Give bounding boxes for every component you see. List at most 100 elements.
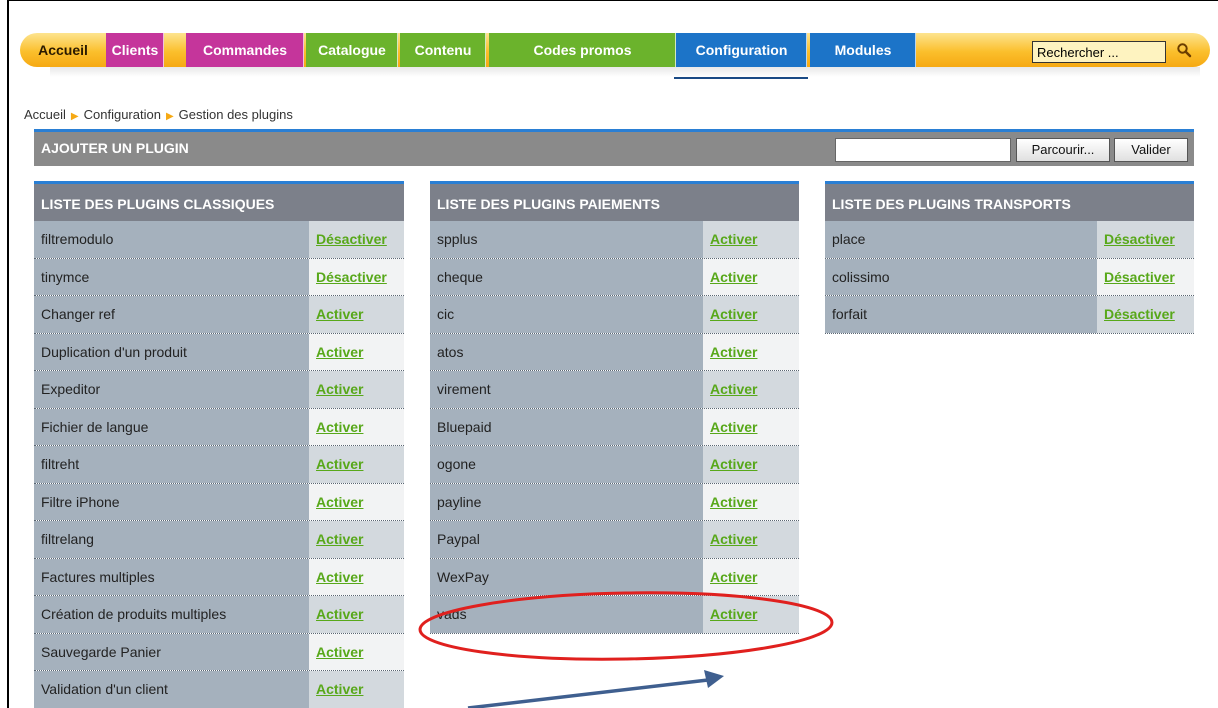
table-row: Filtre iPhone Activer <box>34 483 404 521</box>
activate-link[interactable]: Activer <box>309 446 404 483</box>
activate-link[interactable]: Activer <box>703 408 799 445</box>
transport-plugins-table: LISTE DES PLUGINS TRANSPORTS place Désact… <box>825 181 1194 334</box>
activate-link[interactable]: Activer <box>309 558 404 595</box>
table-row: filtremodulo Désactiver <box>34 221 404 259</box>
plugin-name: spplus <box>430 221 703 258</box>
plugin-name: Fichier de langue <box>34 408 309 445</box>
plugin-name: atos <box>430 333 703 370</box>
breadcrumb-arrow-icon: ▶ <box>165 111 174 122</box>
deactivate-link[interactable]: Désactiver <box>309 258 404 295</box>
plugin-name: Validation d'un client <box>34 671 309 708</box>
table-row: spplus Activer <box>430 221 799 259</box>
nav-tab-catalogue[interactable]: Catalogue <box>306 33 398 67</box>
table-row: vads Activer <box>430 596 799 634</box>
plugin-name: Factures multiples <box>34 558 309 595</box>
activate-link[interactable]: Activer <box>309 521 404 558</box>
browse-button[interactable]: Parcourir... <box>1016 138 1110 162</box>
breadcrumb-arrow-icon: ▶ <box>70 111 79 122</box>
table-title: LISTE DES PLUGINS CLASSIQUES <box>41 196 275 212</box>
table-row: ogone Activer <box>430 446 799 484</box>
activate-link[interactable]: Activer <box>309 483 404 520</box>
plugin-name: filtrelang <box>34 521 309 558</box>
activate-link[interactable]: Activer <box>703 296 799 333</box>
nav-tab-modules[interactable]: Modules <box>810 33 916 67</box>
nav-tab-accueil[interactable]: Accueil <box>28 33 98 67</box>
plugin-name: Création de produits multiples <box>34 596 309 633</box>
activate-link[interactable]: Activer <box>309 596 404 633</box>
deactivate-link[interactable]: Désactiver <box>309 221 404 258</box>
activate-link[interactable]: Activer <box>703 333 799 370</box>
window-left-border <box>7 0 9 708</box>
table-title: LISTE DES PLUGINS TRANSPORTS <box>832 196 1071 212</box>
table-row: Changer ref Activer <box>34 296 404 334</box>
activate-link[interactable]: Activer <box>703 521 799 558</box>
plugin-file-field[interactable] <box>835 138 1011 162</box>
plugin-name: WexPay <box>430 558 703 595</box>
activate-link[interactable]: Activer <box>703 446 799 483</box>
search-icon[interactable] <box>1176 42 1192 58</box>
plugin-name: ogone <box>430 446 703 483</box>
breadcrumb: Accueil ▶ Configuration ▶ Gestion des plugin… <box>24 107 293 122</box>
table-row: filtrelang Activer <box>34 521 404 559</box>
plugin-name: vads <box>430 596 703 633</box>
table-row: tinymce Désactiver <box>34 258 404 296</box>
table-row: cic Activer <box>430 296 799 334</box>
plugin-name: payline <box>430 483 703 520</box>
plugin-name: Paypal <box>430 521 703 558</box>
payment-plugins-table: LISTE DES PLUGINS PAIEMENTS spplus Active… <box>430 181 799 634</box>
plugin-name: Filtre iPhone <box>34 483 309 520</box>
nav-tab-contenu[interactable]: Contenu <box>400 33 486 67</box>
plugin-name: place <box>825 221 1097 258</box>
activate-link[interactable]: Activer <box>309 333 404 370</box>
table-row: atos Activer <box>430 333 799 371</box>
activate-link[interactable]: Activer <box>309 371 404 408</box>
table-row: Duplication d'un produit Activer <box>34 333 404 371</box>
nav-tab-configuration[interactable]: Configuration <box>676 33 807 67</box>
plugin-name: Changer ref <box>34 296 309 333</box>
plugin-name: cic <box>430 296 703 333</box>
activate-link[interactable]: Activer <box>703 483 799 520</box>
activate-link[interactable]: Activer <box>703 558 799 595</box>
nav-tab-clients[interactable]: Clients <box>106 33 164 67</box>
activate-link[interactable]: Activer <box>309 633 404 670</box>
table-header: LISTE DES PLUGINS PAIEMENTS <box>430 181 799 221</box>
plugin-name: Expeditor <box>34 371 309 408</box>
validate-button[interactable]: Valider <box>1114 138 1188 162</box>
plugin-name: Sauvegarde Panier <box>34 633 309 670</box>
breadcrumb-configuration[interactable]: Configuration <box>84 107 161 122</box>
table-row: virement Activer <box>430 371 799 409</box>
activate-link[interactable]: Activer <box>703 596 799 633</box>
activate-link[interactable]: Activer <box>703 221 799 258</box>
table-header: LISTE DES PLUGINS TRANSPORTS <box>825 181 1194 221</box>
plugin-name: tinymce <box>34 258 309 295</box>
nav-tab-codes-promos[interactable]: Codes promos <box>489 33 676 67</box>
main-navigation: Accueil Clients Commandes Catalogue Contenu C… <box>20 33 1210 79</box>
activate-link[interactable]: Activer <box>309 408 404 445</box>
search-input[interactable] <box>1032 41 1166 63</box>
nav-tab-commandes[interactable]: Commandes <box>186 33 304 67</box>
activate-link[interactable]: Activer <box>703 371 799 408</box>
table-row: WexPay Activer <box>430 558 799 596</box>
breadcrumb-accueil[interactable]: Accueil <box>24 107 66 122</box>
activate-link[interactable]: Activer <box>703 258 799 295</box>
classic-plugins-table: LISTE DES PLUGINS CLASSIQUES filtremodul… <box>34 181 404 708</box>
nav-shadow <box>50 67 1200 77</box>
breadcrumb-current: Gestion des plugins <box>178 107 293 122</box>
plugin-name: virement <box>430 371 703 408</box>
table-row: Sauvegarde Panier Activer <box>34 633 404 671</box>
deactivate-link[interactable]: Désactiver <box>1097 296 1194 333</box>
plugin-name: filtreht <box>34 446 309 483</box>
activate-link[interactable]: Activer <box>309 671 404 708</box>
table-row: Factures multiples Activer <box>34 558 404 596</box>
table-title: LISTE DES PLUGINS PAIEMENTS <box>437 196 660 212</box>
table-row: colissimo Désactiver <box>825 258 1194 296</box>
plugin-name: colissimo <box>825 258 1097 295</box>
table-header: LISTE DES PLUGINS CLASSIQUES <box>34 181 404 221</box>
table-row: Validation d'un client Activer <box>34 671 404 708</box>
activate-link[interactable]: Activer <box>309 296 404 333</box>
table-row: place Désactiver <box>825 221 1194 259</box>
deactivate-link[interactable]: Désactiver <box>1097 258 1194 295</box>
deactivate-link[interactable]: Désactiver <box>1097 221 1194 258</box>
table-row: Expeditor Activer <box>34 371 404 409</box>
window-top-border <box>7 0 1218 1</box>
